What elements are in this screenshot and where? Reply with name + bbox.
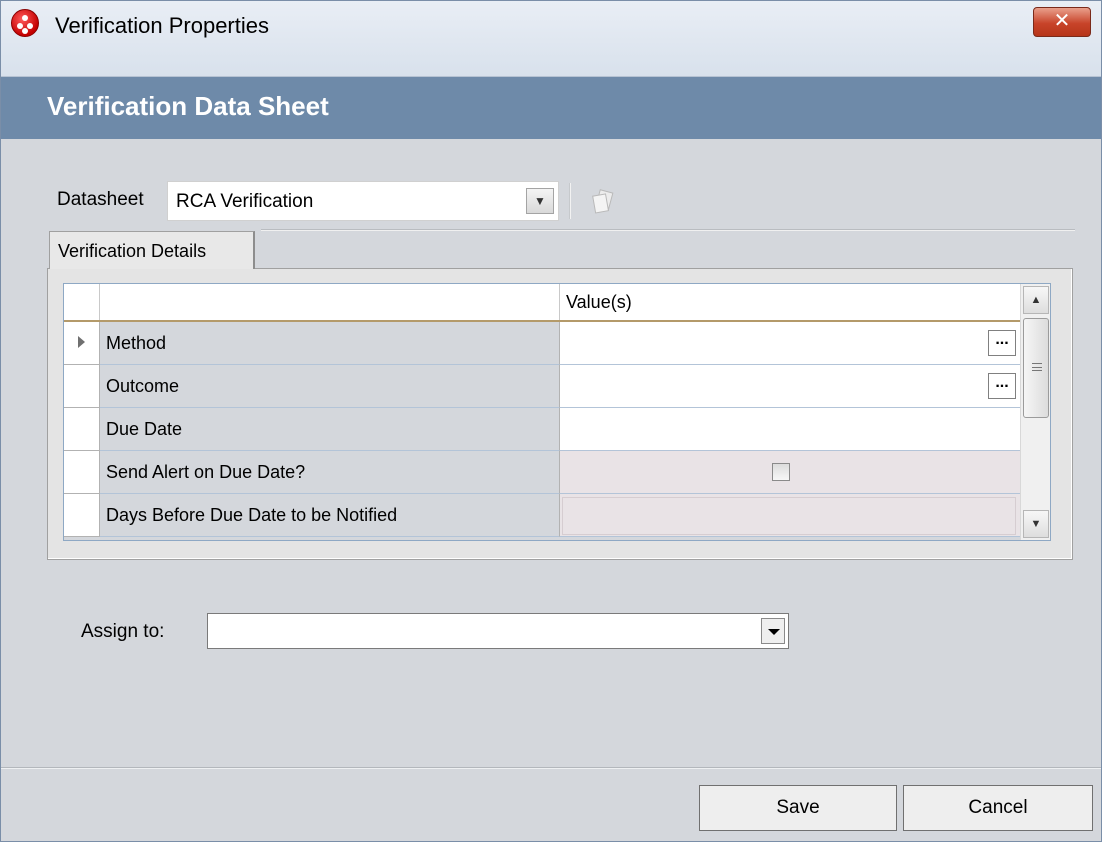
table-row[interactable]: Days Before Due Date to be Notified — [64, 494, 1020, 537]
field-name-cell: Send Alert on Due Date? — [100, 451, 560, 494]
tab-label: Verification Details — [58, 241, 207, 261]
header-row-selector — [64, 284, 100, 320]
table-row[interactable]: Method ... — [64, 322, 1020, 365]
value-cell[interactable] — [560, 408, 1020, 451]
field-name: Send Alert on Due Date? — [106, 462, 306, 482]
days-before-field[interactable] — [562, 497, 1016, 535]
value-cell — [560, 451, 1020, 494]
row-selector[interactable] — [64, 494, 100, 537]
header-value-column: Value(s) — [560, 284, 1020, 320]
chevron-down-icon[interactable] — [761, 618, 785, 644]
datasheet-label: Datasheet — [57, 189, 144, 210]
ellipsis-button[interactable]: ... — [988, 330, 1016, 356]
field-name-cell: Outcome — [100, 365, 560, 408]
title-bar: Verification Properties ✕ — [1, 1, 1101, 77]
assign-to-select[interactable] — [207, 613, 789, 649]
copy-icon[interactable] — [589, 187, 617, 215]
page-title: Verification Data Sheet — [47, 91, 329, 121]
toolbar-separator — [569, 183, 571, 219]
assign-to-label: Assign to: — [81, 621, 165, 642]
row-selector[interactable] — [64, 365, 100, 408]
close-button[interactable]: ✕ — [1033, 7, 1091, 37]
save-button[interactable]: Save — [699, 785, 897, 831]
footer-divider — [1, 767, 1101, 769]
field-name: Outcome — [106, 376, 180, 396]
scroll-down-icon[interactable]: ▼ — [1023, 510, 1049, 538]
value-cell — [560, 494, 1020, 537]
chevron-down-icon[interactable]: ▼ — [526, 188, 554, 214]
window-title: Verification Properties — [55, 13, 269, 38]
field-name-cell: Due Date — [100, 408, 560, 451]
field-name-cell: Method — [100, 322, 560, 365]
app-logo-icon — [11, 9, 39, 37]
tab-verification-details[interactable]: Verification Details — [49, 231, 255, 269]
header-field-column — [100, 284, 560, 320]
field-name: Days Before Due Date to be Notified — [106, 505, 398, 525]
header-value-label: Value(s) — [566, 292, 632, 312]
verification-properties-dialog: Verification Properties ✕ Verification D… — [0, 0, 1102, 842]
divider — [261, 229, 1075, 231]
table-row[interactable]: Send Alert on Due Date? — [64, 451, 1020, 494]
cancel-button[interactable]: Cancel — [903, 785, 1093, 831]
current-row-arrow-icon — [78, 336, 85, 348]
grip-icon — [1032, 363, 1042, 371]
field-name: Due Date — [106, 419, 183, 439]
vertical-scrollbar[interactable]: ▲ ▼ — [1020, 284, 1050, 540]
row-selector[interactable] — [64, 322, 100, 365]
scroll-up-icon[interactable]: ▲ — [1023, 286, 1049, 314]
value-cell[interactable]: ... — [560, 365, 1020, 408]
table-row[interactable]: Due Date — [64, 408, 1020, 451]
value-cell[interactable]: ... — [560, 322, 1020, 365]
header-band: Verification Data Sheet — [1, 77, 1101, 139]
datasheet-selected-value: RCA Verification — [176, 191, 314, 212]
row-selector[interactable] — [64, 451, 100, 494]
field-name: Method — [106, 333, 167, 353]
datasheet-select[interactable]: RCA Verification ▼ — [167, 181, 559, 221]
table-row[interactable]: Outcome ... — [64, 365, 1020, 408]
field-name-cell: Days Before Due Date to be Notified — [100, 494, 560, 537]
send-alert-checkbox[interactable] — [772, 463, 790, 481]
properties-grid: Value(s) Method ... Outcome ... Due Date… — [63, 283, 1051, 541]
grid-header: Value(s) — [64, 284, 1020, 322]
row-selector[interactable] — [64, 408, 100, 451]
ellipsis-button[interactable]: ... — [988, 373, 1016, 399]
scrollbar-thumb[interactable] — [1023, 318, 1049, 418]
